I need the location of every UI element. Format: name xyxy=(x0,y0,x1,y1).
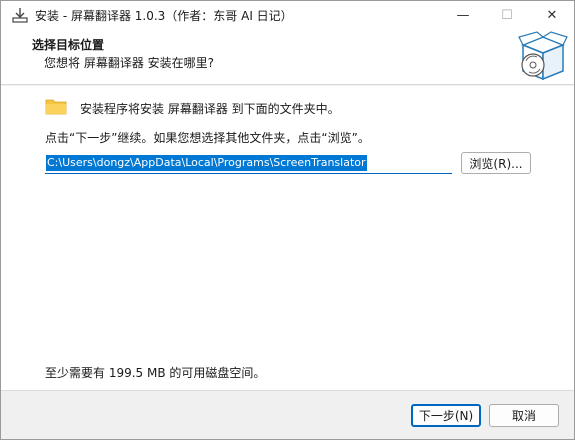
info-text: 安装程序将安装 屏幕翻译器 到下面的文件夹中。 xyxy=(80,102,340,116)
title-bar: 安装 - 屏幕翻译器 1.0.3（作者：东哥 AI 日记） — ☐ ✕ xyxy=(1,1,574,29)
page-subtitle: 您想将 屏幕翻译器 安装在哪里? xyxy=(44,56,214,70)
next-button[interactable]: 下一步(N) xyxy=(411,404,481,427)
close-button[interactable]: ✕ xyxy=(530,1,574,29)
window-title: 安装 - 屏幕翻译器 1.0.3（作者：东哥 AI 日记） xyxy=(35,9,293,23)
disk-space-text: 至少需要有 199.5 MB 的可用磁盘空间。 xyxy=(45,366,266,380)
folder-icon xyxy=(45,99,67,115)
cancel-button[interactable]: 取消 xyxy=(489,404,559,427)
instruction-text: 点击“下一步”继续。如果您想选择其他文件夹，点击“浏览”。 xyxy=(45,131,370,145)
install-path-value[interactable]: C:\Users\dongz\AppData\Local\Programs\Sc… xyxy=(46,155,367,171)
page-header: 选择目标位置 您想将 屏幕翻译器 安装在哪里? xyxy=(1,29,574,85)
installer-download-icon xyxy=(12,8,28,23)
browse-button[interactable]: 浏览(R)... xyxy=(461,152,531,174)
button-bar: 下一步(N) 取消 xyxy=(1,390,574,439)
main-content: 安装程序将安装 屏幕翻译器 到下面的文件夹中。 点击“下一步”继续。如果您想选择… xyxy=(1,86,574,390)
minimize-button[interactable]: — xyxy=(441,1,485,29)
installer-window: 安装 - 屏幕翻译器 1.0.3（作者：东哥 AI 日记） — ☐ ✕ 选择目标… xyxy=(0,0,575,440)
maximize-button[interactable]: ☐ xyxy=(485,1,529,29)
page-title: 选择目标位置 xyxy=(32,38,105,52)
setup-box-cd-icon xyxy=(518,31,568,81)
